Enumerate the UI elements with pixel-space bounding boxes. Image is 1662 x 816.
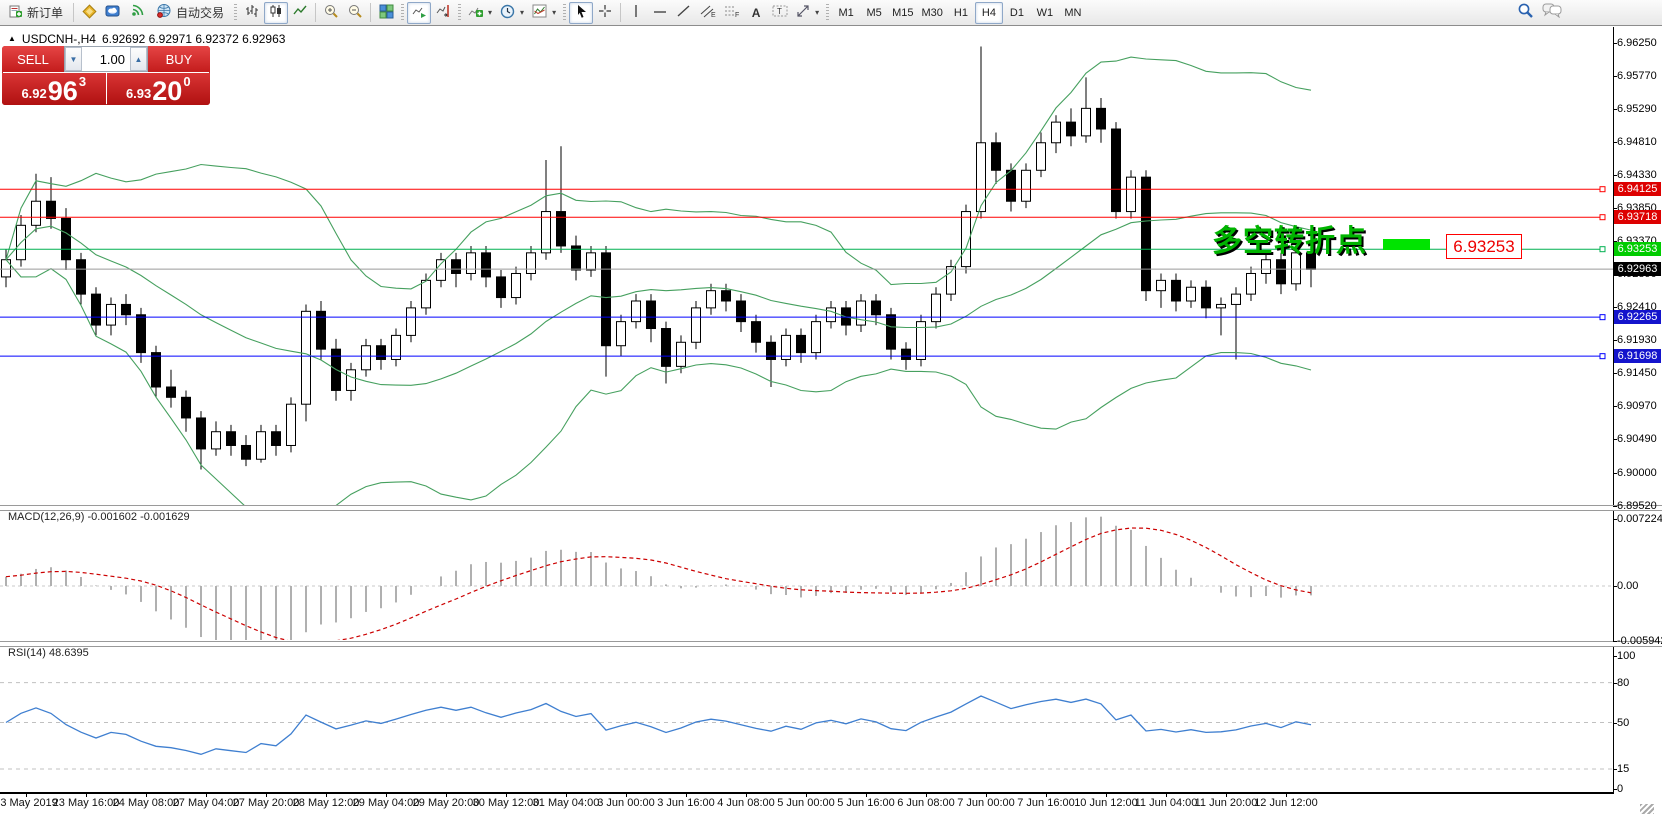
volume-decrease-button[interactable]: ▼ [65, 47, 82, 71]
trade-panel-toggle-icon[interactable]: ▲ [8, 33, 16, 45]
time-axis-label: 29 May 20:00 [413, 797, 480, 809]
price-marker-label: 6.93718 [1614, 210, 1661, 224]
time-axis-label: 11 Jun 20:00 [1195, 797, 1258, 809]
time-axis-label: 27 May 20:00 [233, 797, 300, 809]
rsi-tick-label: 80 [1617, 677, 1629, 689]
buy-button[interactable]: BUY [148, 46, 210, 72]
rsi-name: RSI(14) [8, 647, 46, 659]
volume-input[interactable] [82, 47, 130, 71]
macd-label: MACD(12,26,9) -0.001602 -0.001629 [8, 511, 190, 523]
trend-annotation-text[interactable]: 多空转折点 [1212, 216, 1367, 260]
time-axis-label: 7 Jun 16:00 [1017, 797, 1075, 809]
price-tick-label: 6.96250 [1617, 37, 1657, 49]
price-tick-label: 6.91450 [1617, 367, 1657, 379]
time-axis-label: 12 Jun 12:00 [1254, 797, 1318, 809]
sell-price-sup: 3 [79, 74, 86, 89]
chart-title: ▲ USDCNH-,H4 6.92692 6.92971 6.92372 6.9… [8, 32, 285, 46]
rsi-tick-label: 15 [1617, 763, 1629, 775]
price-tick-label: 6.95770 [1617, 70, 1657, 82]
price-tick-label: 6.89520 [1617, 500, 1657, 512]
time-axis-label: 3 Jun 00:00 [597, 797, 655, 809]
time-axis-label: 29 May 04:00 [353, 797, 420, 809]
sell-price-display[interactable]: 6.92 96 3 [2, 73, 106, 105]
price-pane-layer [2, 46, 1316, 520]
rsi-value: 48.6395 [49, 647, 89, 659]
time-axis-label: 27 May 04:00 [173, 797, 240, 809]
chart-canvas[interactable] [0, 0, 1662, 816]
symbol-period-label: USDCNH-,H4 [22, 32, 96, 46]
sell-button[interactable]: SELL [2, 46, 64, 72]
price-tick-label: 6.90970 [1617, 400, 1657, 412]
buy-price-big: 20 [152, 78, 182, 104]
price-tick-label: 6.94330 [1617, 169, 1657, 181]
time-axis-label: 4 Jun 08:00 [717, 797, 775, 809]
time-axis-label: 30 May 12:00 [473, 797, 540, 809]
macd-name: MACD(12,26,9) [8, 511, 84, 523]
price-marker-label: 6.91698 [1614, 349, 1661, 363]
macd-tick-label: -0.005942 [1617, 635, 1662, 647]
price-tick-label: 6.94810 [1617, 136, 1657, 148]
price-callout-box[interactable]: 6.93253 [1446, 234, 1522, 259]
price-tick-label: 6.90000 [1617, 467, 1657, 479]
macd-pane-layer [0, 517, 1613, 652]
rsi-label: RSI(14) 48.6395 [8, 647, 89, 659]
price-tick-label: 6.90490 [1617, 433, 1657, 445]
rsi-tick-label: 50 [1617, 717, 1629, 729]
time-axis-label: 7 Jun 00:00 [957, 797, 1015, 809]
highlight-rectangle[interactable] [1383, 239, 1430, 250]
price-marker-label: 6.93253 [1614, 242, 1661, 256]
time-axis-label: 23 May 2019 [0, 797, 58, 809]
time-axis-label: 24 May 08:00 [113, 797, 180, 809]
time-axis-label: 10 Jun 12:00 [1074, 797, 1138, 809]
buy-price-sup: 0 [183, 74, 190, 89]
macd-value-main: -0.001602 [87, 511, 137, 523]
time-axis-label: 6 Jun 08:00 [897, 797, 955, 809]
terminal-window: 新订单 自动交易 [0, 0, 1662, 816]
sell-price-big: 96 [48, 78, 78, 104]
resize-grip[interactable] [1640, 804, 1654, 814]
time-axis-label: 5 Jun 16:00 [837, 797, 895, 809]
one-click-trade-panel: SELL ▼ ▲ BUY 6.92 96 3 6.93 20 0 [2, 46, 210, 105]
buy-price-display[interactable]: 6.93 20 0 [107, 73, 211, 105]
ohlc-quotes-label: 6.92692 6.92971 6.92372 6.92963 [102, 32, 286, 46]
time-axis-label: 23 May 16:00 [53, 797, 120, 809]
price-tick-label: 6.95290 [1617, 103, 1657, 115]
time-axis-label: 28 May 12:00 [293, 797, 360, 809]
volume-increase-button[interactable]: ▲ [130, 47, 147, 71]
pane-splitter-rsi[interactable] [0, 641, 1662, 647]
price-marker-label: 6.92963 [1614, 262, 1661, 276]
time-axis-label: 31 May 04:00 [533, 797, 600, 809]
time-axis-label: 5 Jun 00:00 [777, 797, 835, 809]
macd-tick-label: 0.007224 [1617, 513, 1662, 525]
price-tick-label: 6.91930 [1617, 334, 1657, 346]
time-axis-label: 11 Jun 04:00 [1135, 797, 1198, 809]
time-axis-label: 3 Jun 16:00 [657, 797, 715, 809]
sell-price-prefix: 6.92 [21, 86, 46, 101]
macd-value-signal: -0.001629 [140, 511, 190, 523]
buy-price-prefix: 6.93 [126, 86, 151, 101]
rsi-tick-label: 100 [1617, 650, 1635, 662]
pane-splitter-macd[interactable] [0, 505, 1662, 511]
rsi-pane-layer [0, 683, 1613, 769]
price-marker-label: 6.94125 [1614, 182, 1661, 196]
rsi-tick-label: 0 [1617, 783, 1623, 795]
macd-tick-label: 0.00 [1617, 580, 1638, 592]
time-axis-line [0, 792, 1614, 794]
volume-box: ▼ ▲ [64, 46, 148, 72]
price-marker-label: 6.92265 [1614, 310, 1661, 324]
